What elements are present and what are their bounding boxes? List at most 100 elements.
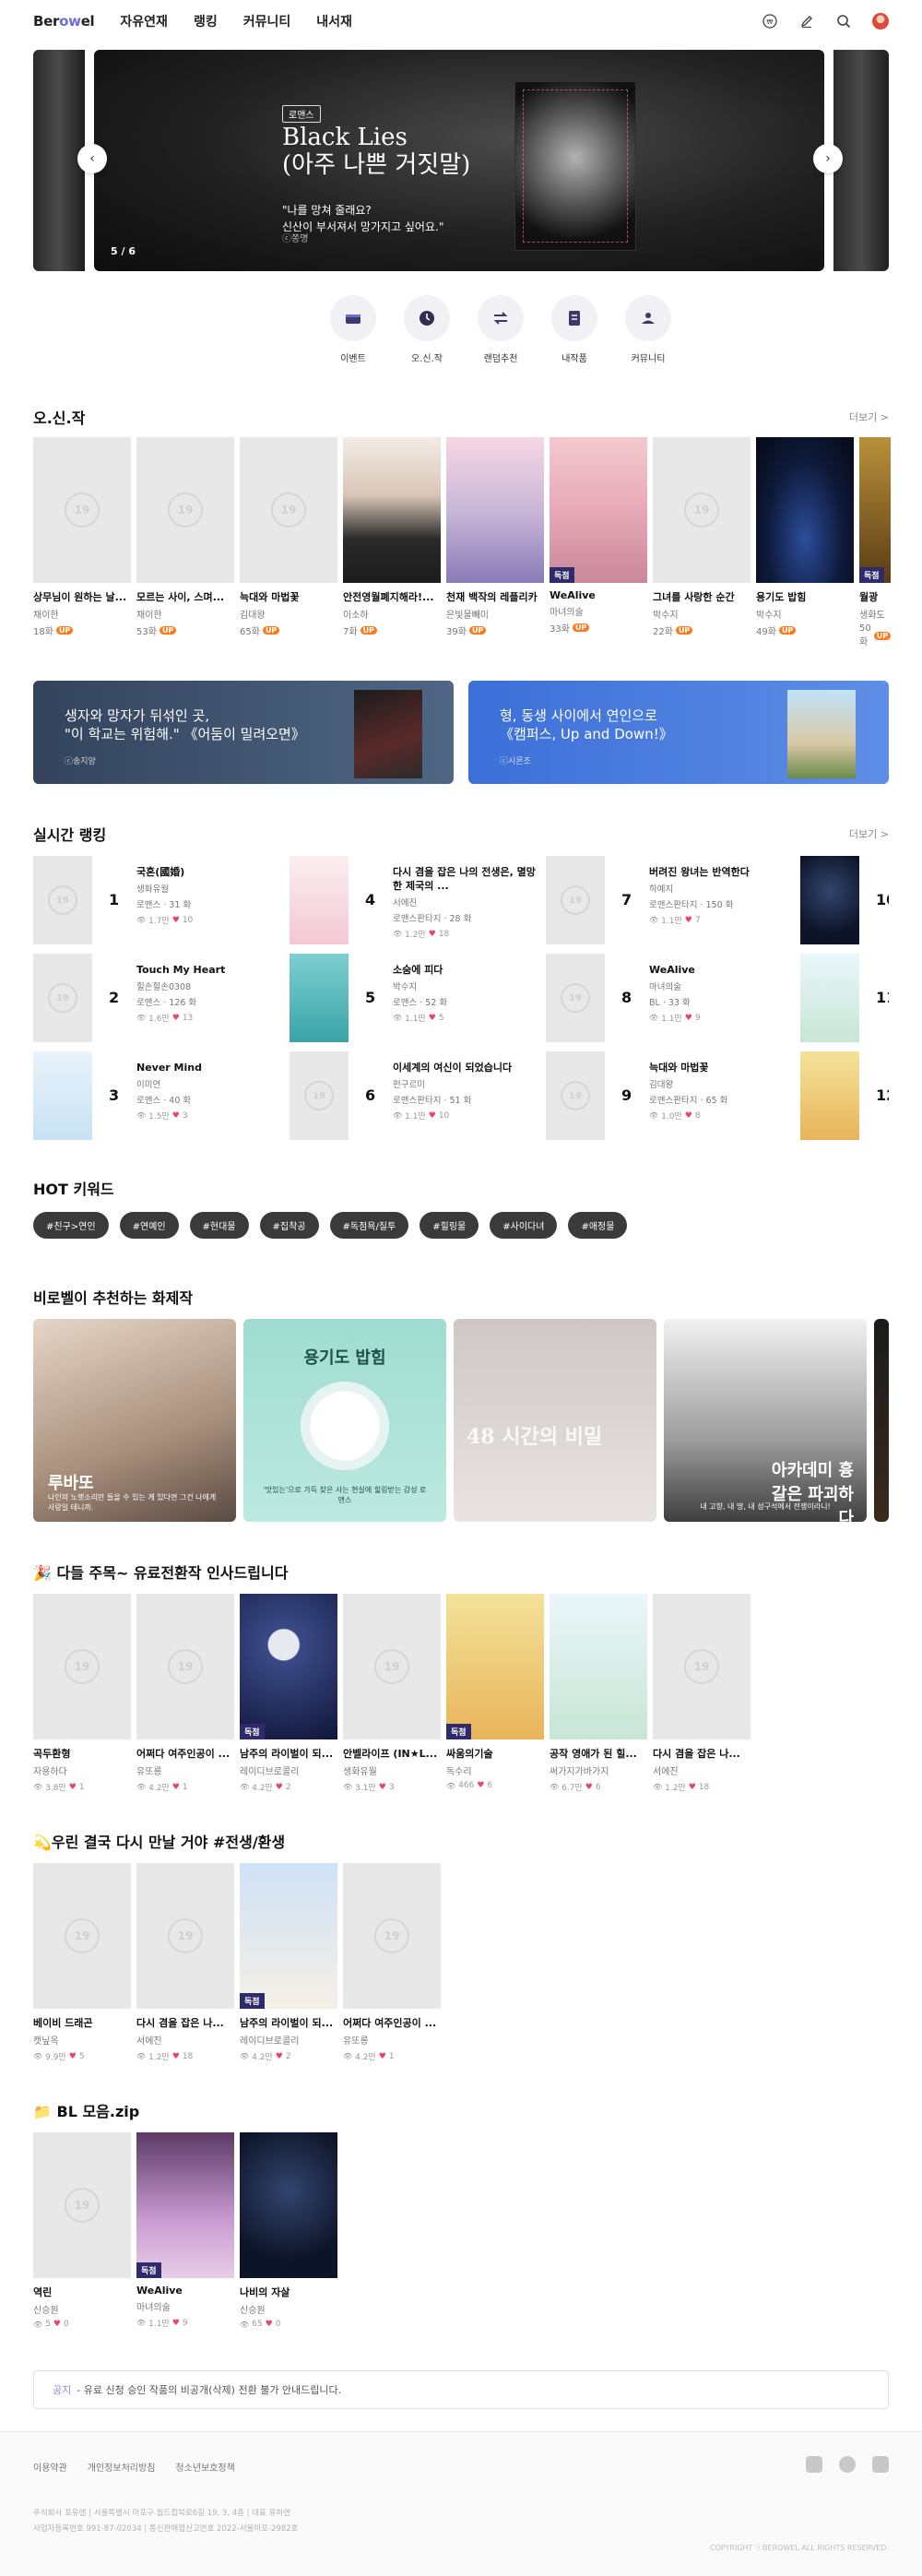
ranking-item[interactable]: 4 다시 겸을 잡은 나의 전생은, 멸망한 제국의 ... 서에진 로맨스판타지 ·… <box>290 856 538 944</box>
ranking-item[interactable]: 19 9 늑대와 마법꽃 김대왕 로맨스판타지 · 65 화 👁 1.0만 ♥ 8 <box>546 1051 795 1140</box>
featured-card-peek[interactable] <box>874 1319 889 1522</box>
new-work-card[interactable]: 19 상무님이 원하는 날... 채이한 18화 UP <box>33 437 131 637</box>
keyword-chip[interactable]: #사이다녀 <box>490 1212 558 1239</box>
bl-card[interactable]: 19 역린 신승원 👁 5 ♥ 0 <box>33 2132 131 2329</box>
cover-thumb[interactable]: 19 <box>290 1051 349 1140</box>
bl-card[interactable]: 나비의 자살 신승원 👁 65 ♥ 0 <box>240 2132 337 2329</box>
cover-thumb[interactable]: 독점 <box>240 1594 337 1739</box>
cover-thumb[interactable]: 19 <box>653 437 751 583</box>
more-link-ranking[interactable]: 더보기 > <box>849 826 889 841</box>
footer-privacy-link[interactable]: 개인정보처리방침 <box>88 2460 156 2474</box>
ranking-item[interactable]: 3 Never Mind 이미연 로맨스 · 40 화 👁 1.5만 ♥ 3 <box>33 1051 282 1140</box>
cover-thumb[interactable]: 독점 <box>859 437 891 583</box>
reincarnation-card[interactable]: 19 다시 겸을 잡은 나... 서에진 👁 1.2만 ♥ 18 <box>136 1863 234 2062</box>
cover-thumb[interactable]: 19 <box>546 954 605 1042</box>
nav-free-serial[interactable]: 자유연재 <box>120 12 168 30</box>
new-work-card[interactable]: 안전영월폐지해라!... 이소하 7화 UP <box>343 437 441 637</box>
ranking-item[interactable]: 19 8 WeAlive 마녀의술 BL · 33 화 👁 1.1만 ♥ 9 <box>546 954 795 1042</box>
cover-thumb[interactable] <box>756 437 854 583</box>
featured-card[interactable]: 루바또 나인의 노랫소리만 들을 수 있는 게 있다면 그건 나에게 사랑일 테니… <box>33 1319 236 1522</box>
quick-event[interactable]: 이벤트 <box>326 295 380 364</box>
paid-card[interactable]: 19 어쩌다 여주인공이 ... 유또롱 👁 4.2만 ♥ 1 <box>136 1594 234 1793</box>
quick-community[interactable]: 커뮤니티 <box>621 295 675 364</box>
promo-banner-1[interactable]: 생자와 망자가 뒤섞인 곳, "이 학교는 위험해." 《어둠이 밀려오면》 ⓒ… <box>33 681 454 784</box>
quick-new-works[interactable]: 오.신.작 <box>400 295 454 364</box>
cover-thumb[interactable] <box>800 954 859 1042</box>
reincarnation-card[interactable]: 19 어쩌다 여주인공이 ... 유또롱 👁 4.2만 ♥ 1 <box>343 1863 441 2062</box>
keyword-chip[interactable]: #집착공 <box>259 1212 319 1239</box>
paid-card[interactable]: 19 안벨라이프 (IN★L... 생화유월 👁 3.1만 ♥ 3 <box>343 1594 441 1793</box>
cover-thumb[interactable]: 19 <box>33 954 92 1042</box>
keyword-chip[interactable]: #애정물 <box>568 1212 628 1239</box>
featured-card[interactable]: 용기도 밥힘 '맛있는'으로 가득 찾은 사는 현실에 힐링받는 감성 로맨스 <box>243 1319 446 1522</box>
ranking-item[interactable]: 19 1 국혼(國婚) 생화유월 로맨스 · 31 화 👁 1.7만 ♥ 10 <box>33 856 282 944</box>
keyword-chip[interactable]: #친구>연인 <box>33 1212 109 1239</box>
cover-thumb[interactable]: 19 <box>33 856 92 944</box>
paid-card[interactable]: 공작 영애가 된 힐... 써가지가바가지 👁 6.7만 ♥ 6 <box>550 1594 647 1793</box>
new-work-card[interactable]: 19 늑대와 마법꽃 김대왕 65화 UP <box>240 437 337 637</box>
cover-thumb[interactable] <box>550 1594 647 1739</box>
cover-thumb[interactable] <box>33 1051 92 1140</box>
cover-thumb[interactable]: 19 <box>546 1051 605 1140</box>
pen-icon[interactable] <box>798 13 815 30</box>
keyword-chip[interactable]: #현대물 <box>189 1212 249 1239</box>
keyword-chip[interactable]: #독점욕/질투 <box>329 1212 409 1239</box>
nav-ranking[interactable]: 랭킹 <box>194 12 218 30</box>
logo[interactable]: Berowel <box>33 13 95 30</box>
paid-card[interactable]: 19 다시 겸을 잡은 나... 서에진 👁 1.2만 ♥ 18 <box>653 1594 751 1793</box>
keyword-chip[interactable]: #연예인 <box>119 1212 179 1239</box>
paid-card[interactable]: 19 곡두환형 자용하다 👁 3.8만 ♥ 1 <box>33 1594 131 1793</box>
cover-thumb[interactable]: 19 <box>546 856 605 944</box>
cover-thumb[interactable]: 독점 <box>550 437 647 583</box>
cover-thumb[interactable] <box>446 437 544 583</box>
ranking-item[interactable]: 19 7 버려진 왕녀는 반역한다 하예지 로맨스판타지 · 150 화 👁 1.1만 ♥ 7 <box>546 856 795 944</box>
cover-thumb[interactable] <box>800 1051 859 1140</box>
cover-thumb[interactable]: 19 <box>33 1594 131 1739</box>
cover-thumb[interactable]: 19 <box>33 2132 131 2278</box>
cover-thumb[interactable] <box>343 437 441 583</box>
ranking-item-peek[interactable]: 11 <box>800 954 889 1042</box>
quick-random[interactable]: 랜덤추천 <box>474 295 527 364</box>
cover-thumb[interactable] <box>240 2132 337 2278</box>
cover-thumb[interactable]: 19 <box>136 1594 234 1739</box>
promo-banner-2[interactable]: 형, 동생 사이에서 연인으로 《캠퍼스, Up and Down!》 ⓒ시몬조 <box>468 681 889 784</box>
cover-thumb[interactable]: 독점 <box>446 1594 544 1739</box>
chat-icon[interactable] <box>806 2456 822 2473</box>
cover-thumb[interactable]: 19 <box>343 1594 441 1739</box>
banner-next-button[interactable]: › <box>813 144 843 173</box>
nav-my-library[interactable]: 내서재 <box>316 12 352 30</box>
ranking-item-peek[interactable]: 12 <box>800 1051 889 1140</box>
cover-thumb[interactable]: 19 <box>136 1863 234 2009</box>
coin-icon[interactable]: ₩ <box>762 13 778 30</box>
reincarnation-card[interactable]: 독점 남주의 라이벌이 되... 레이디브로콜리 👁 4.2만 ♥ 2 <box>240 1863 337 2062</box>
more-link-new-works[interactable]: 더보기 > <box>849 410 889 424</box>
new-work-card[interactable]: 19 모르는 사이, 스며... 채이한 53화 UP <box>136 437 234 637</box>
cover-thumb[interactable]: 19 <box>33 437 131 583</box>
cover-thumb[interactable] <box>290 856 349 944</box>
quick-my-works[interactable]: 내작품 <box>548 295 601 364</box>
footer-terms-link[interactable]: 이용약관 <box>33 2460 67 2474</box>
banner-slide[interactable]: 로맨스 Black Lies (아주 나쁜 거짓말) "나를 망쳐 줄래요? 신… <box>94 50 824 271</box>
ranking-item[interactable]: 19 6 이세계의 여신이 되었습니다 펀구르미 로맨스판타지 · 51 화 👁 1.1만 ♥… <box>290 1051 538 1140</box>
nav-community[interactable]: 커뮤니티 <box>243 12 291 30</box>
avatar[interactable] <box>872 13 889 30</box>
new-work-card[interactable]: 용기도 밥힘 박수지 49화 UP <box>756 437 854 637</box>
reincarnation-card[interactable]: 19 베이비 드래곤 캣닢옥 👁 9.9만 ♥ 5 <box>33 1863 131 2062</box>
cover-thumb[interactable]: 19 <box>653 1594 751 1739</box>
new-work-card[interactable]: 독점 WeAlive 마녀의술 33화 UP <box>550 437 647 635</box>
ranking-item[interactable]: 5 소숨에 피다 박수지 로맨스 · 52 화 👁 1.1만 ♥ 5 <box>290 954 538 1042</box>
new-work-card[interactable]: 19 그녀를 사랑한 순간 박수지 22화 UP <box>653 437 751 637</box>
cover-thumb[interactable]: 19 <box>343 1863 441 2009</box>
new-work-card[interactable]: 독점 월광 생화도 50화 UP <box>859 437 891 647</box>
bl-card[interactable]: 독점 WeAlive 마녀의술 👁 1.1만 ♥ 9 <box>136 2132 234 2329</box>
keyword-chip[interactable]: #힐링물 <box>420 1212 479 1239</box>
ranking-item[interactable]: 19 2 Touch My Heart 힐손힐손0308 로맨스 · 126 화 👁 1.6… <box>33 954 282 1042</box>
twitter-icon[interactable] <box>839 2456 856 2473</box>
new-work-card[interactable]: 천재 백작의 레플리카 은빛물빼미 39화 UP <box>446 437 544 637</box>
cover-thumb[interactable] <box>290 954 349 1042</box>
paid-card[interactable]: 독점 남주의 라이벌이 되... 레이디브로콜리 👁 4.2만 ♥ 2 <box>240 1594 337 1793</box>
banner-prev-button[interactable]: ‹ <box>77 144 107 173</box>
cover-thumb[interactable]: 19 <box>33 1863 131 2009</box>
featured-card[interactable]: 아카데미 흉갈은 파괴하다 내 고향, 내 땅, 내 성구석에서 전쟁이라니! <box>664 1319 867 1522</box>
ranking-item-peek[interactable]: 10 <box>800 856 889 944</box>
